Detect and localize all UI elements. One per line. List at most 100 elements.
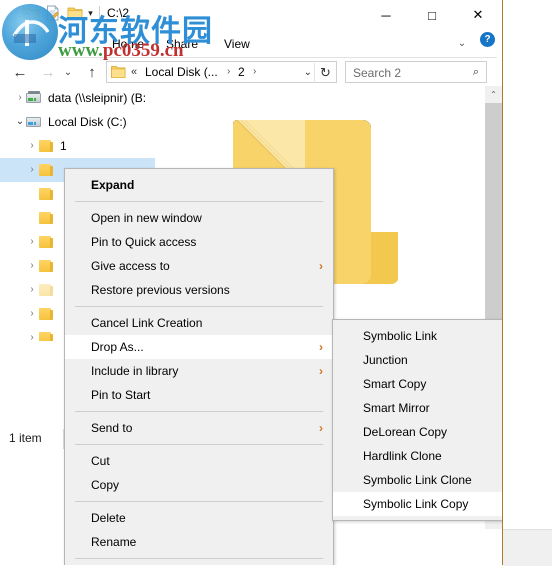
drop-as-submenu[interactable]: Symbolic Link Junction Smart Copy Smart … bbox=[332, 319, 502, 521]
drive-icon bbox=[26, 115, 42, 129]
address-divider bbox=[314, 63, 315, 83]
tab-file[interactable]: File bbox=[46, 32, 93, 56]
menu-item-label: Restore previous versions bbox=[91, 283, 230, 297]
folder-icon bbox=[38, 187, 54, 201]
submenu-item-symbolic-link-copy[interactable]: Symbolic Link Copy bbox=[333, 492, 502, 516]
chevron-right-icon[interactable]: › bbox=[26, 236, 38, 248]
chevron-right-icon[interactable]: › bbox=[26, 140, 38, 152]
chevron-down-icon[interactable]: ⌄ bbox=[14, 116, 26, 128]
folder-icon bbox=[38, 307, 54, 321]
menu-item-expand[interactable]: Expand bbox=[65, 173, 333, 197]
tree-item-local-disk-c[interactable]: ⌄ Local Disk (C:) bbox=[0, 110, 155, 134]
chevron-right-icon: › bbox=[319, 364, 323, 378]
address-overflow-chevron[interactable]: « bbox=[131, 66, 137, 78]
menu-item-label: Pin to Quick access bbox=[91, 235, 197, 249]
submenu-item-label: Junction bbox=[363, 353, 408, 367]
maximize-button[interactable]: □ bbox=[409, 0, 455, 30]
submenu-item-label: Smart Copy bbox=[363, 377, 427, 391]
tree-item-folder-1[interactable]: › 1 bbox=[0, 134, 155, 158]
network-drive-icon bbox=[26, 91, 42, 105]
search-input[interactable]: Search 2 bbox=[353, 66, 401, 80]
submenu-item-hardlink-clone[interactable]: Hardlink Clone bbox=[333, 444, 502, 468]
submenu-item-symbolic-link-clone[interactable]: Symbolic Link Clone bbox=[333, 468, 502, 492]
menu-item-give-access-to[interactable]: Give access to › bbox=[65, 254, 333, 278]
help-button[interactable]: ? bbox=[480, 32, 495, 47]
menu-item-label: Drop As... bbox=[91, 340, 144, 354]
submenu-item-smart-copy[interactable]: Smart Copy bbox=[333, 372, 502, 396]
quick-access-folder-icon[interactable] bbox=[22, 4, 40, 22]
menu-separator bbox=[75, 558, 323, 559]
address-history-caret[interactable]: ⌄ bbox=[304, 67, 312, 78]
title-bar: ▾ C:\2 ─ □ ✕ bbox=[0, 0, 502, 30]
menu-item-restore-previous-versions[interactable]: Restore previous versions bbox=[65, 278, 333, 302]
quick-access-dropdown-caret[interactable]: ▾ bbox=[86, 9, 95, 18]
chevron-right-icon[interactable]: › bbox=[26, 308, 38, 320]
quick-access-new-folder-icon[interactable] bbox=[66, 4, 84, 22]
folder-ghost-icon bbox=[38, 283, 54, 297]
breadcrumb-folder-2[interactable]: 2 bbox=[238, 65, 245, 79]
folder-icon bbox=[38, 259, 54, 273]
tab-view[interactable]: View bbox=[212, 32, 262, 56]
menu-item-rename[interactable]: Rename bbox=[65, 530, 333, 554]
menu-separator bbox=[75, 411, 323, 412]
search-icon[interactable]: ⌕ bbox=[473, 66, 479, 79]
menu-item-cut[interactable]: Cut bbox=[65, 449, 333, 473]
folder-icon bbox=[38, 331, 54, 341]
search-box[interactable]: Search 2 ⌕ bbox=[345, 61, 487, 83]
submenu-item-delorean-copy[interactable]: DeLorean Copy bbox=[333, 420, 502, 444]
address-bar[interactable]: « Local Disk (... › 2 › ⌄ bbox=[106, 61, 337, 83]
forward-button[interactable]: → bbox=[36, 60, 60, 84]
breadcrumb-separator-2[interactable]: › bbox=[253, 66, 256, 77]
explorer-window: ▾ C:\2 ─ □ ✕ File Home Share View ⌄ ? ← … bbox=[0, 0, 503, 565]
submenu-item-label: Smart Mirror bbox=[363, 401, 430, 415]
ribbon-tab-strip: File Home Share View ⌄ bbox=[0, 30, 502, 58]
menu-item-label: Include in library bbox=[91, 364, 179, 378]
menu-item-drop-as[interactable]: Drop As... › bbox=[65, 335, 333, 359]
chevron-right-icon[interactable]: › bbox=[26, 332, 38, 341]
menu-item-cancel-link-creation[interactable]: Cancel Link Creation bbox=[65, 311, 333, 335]
submenu-item-junction[interactable]: Junction bbox=[333, 348, 502, 372]
submenu-item-smart-mirror[interactable]: Smart Mirror bbox=[333, 396, 502, 420]
menu-item-label: Give access to bbox=[91, 259, 170, 273]
chevron-right-icon[interactable]: › bbox=[26, 284, 38, 296]
menu-item-label: Pin to Start bbox=[91, 388, 151, 402]
chevron-right-icon[interactable]: › bbox=[26, 260, 38, 272]
context-menu[interactable]: Expand Open in new window Pin to Quick a… bbox=[64, 168, 334, 565]
scroll-up-button[interactable]: ⌃ bbox=[485, 86, 502, 103]
chevron-right-icon[interactable]: › bbox=[26, 164, 38, 176]
menu-item-label: Cut bbox=[91, 454, 110, 468]
quick-access-properties-icon[interactable] bbox=[44, 4, 62, 22]
tree-item-data-sleipnir[interactable]: › data (\\sleipnir) (B: bbox=[0, 86, 155, 110]
menu-item-pin-to-quick-access[interactable]: Pin to Quick access bbox=[65, 230, 333, 254]
chevron-down-icon[interactable]: ⌄ bbox=[455, 38, 469, 50]
folder-icon bbox=[38, 163, 54, 177]
submenu-item-label: Symbolic Link bbox=[363, 329, 438, 343]
minimize-button[interactable]: ─ bbox=[363, 0, 409, 30]
tree-item-label: data (\\sleipnir) (B: bbox=[48, 91, 147, 105]
tab-share[interactable]: Share bbox=[154, 32, 210, 56]
menu-item-label: Copy bbox=[91, 478, 120, 492]
submenu-item-symbolic-link[interactable]: Symbolic Link bbox=[333, 324, 502, 348]
menu-item-copy[interactable]: Copy bbox=[65, 473, 333, 497]
tab-home[interactable]: Home bbox=[100, 32, 156, 56]
submenu-item-label: DeLorean Copy bbox=[363, 425, 448, 439]
menu-separator bbox=[75, 201, 323, 202]
menu-item-label: Cancel Link Creation bbox=[91, 316, 203, 330]
up-button[interactable]: ↑ bbox=[80, 60, 104, 84]
menu-item-open-in-new-window[interactable]: Open in new window bbox=[65, 206, 333, 230]
menu-separator bbox=[75, 501, 323, 502]
menu-item-send-to[interactable]: Send to › bbox=[65, 416, 333, 440]
breadcrumb-local-disk[interactable]: Local Disk (... bbox=[145, 65, 218, 79]
breadcrumb-separator-1[interactable]: › bbox=[227, 66, 230, 77]
recent-locations-button[interactable]: ⌄ bbox=[60, 60, 76, 84]
chevron-placeholder bbox=[26, 188, 38, 200]
menu-item-delete[interactable]: Delete bbox=[65, 506, 333, 530]
close-button[interactable]: ✕ bbox=[455, 0, 501, 30]
chevron-right-icon: › bbox=[319, 259, 323, 273]
chevron-right-icon: › bbox=[319, 340, 323, 354]
back-button[interactable]: ← bbox=[8, 60, 32, 84]
chevron-right-icon[interactable]: › bbox=[14, 92, 26, 104]
menu-item-pin-to-start[interactable]: Pin to Start bbox=[65, 383, 333, 407]
address-folder-icon bbox=[111, 65, 126, 79]
menu-item-include-in-library[interactable]: Include in library › bbox=[65, 359, 333, 383]
